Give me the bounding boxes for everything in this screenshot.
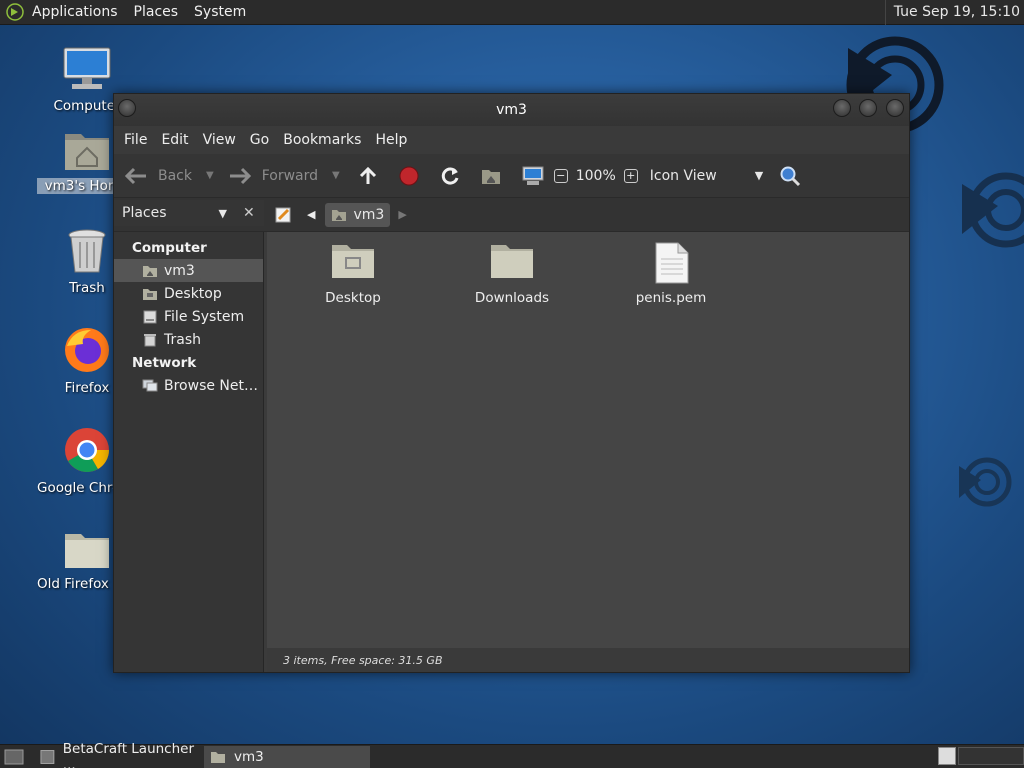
trash-icon — [144, 333, 156, 346]
status-bar: 3 items, Free space: 31.5 GB — [267, 648, 909, 672]
zoom-level[interactable]: 100% — [576, 161, 616, 191]
close-sidebar-icon[interactable]: ✕ — [243, 205, 255, 221]
chrome-icon — [65, 428, 109, 472]
drive-icon — [143, 310, 157, 323]
sidebar-item-trash[interactable]: Trash — [114, 328, 263, 351]
clock[interactable]: Tue Sep 19, 15:10 — [884, 0, 1024, 25]
back-arrow-icon — [124, 167, 146, 184]
close-button[interactable] — [886, 99, 904, 117]
file-item-desktop[interactable]: Desktop — [283, 242, 423, 306]
search-icon[interactable] — [779, 165, 801, 187]
home-folder-icon — [65, 134, 109, 170]
sidebar-header-computer: Computer — [132, 240, 207, 256]
crumb-right-arrow[interactable]: ▶ — [398, 208, 406, 221]
window-titlebar[interactable]: vm3 — [114, 94, 909, 126]
sidebar-item-vm3[interactable]: vm3 — [114, 259, 263, 282]
sidebar-selector[interactable]: Places ▼ ✕ — [114, 200, 264, 226]
up-arrow-icon[interactable] — [358, 166, 378, 186]
chevron-down-icon: ▼ — [754, 169, 764, 182]
computer-icon — [63, 47, 111, 89]
desktop-folder-icon — [332, 245, 374, 278]
menubar: File Edit View Go Bookmarks Help — [114, 126, 909, 154]
sidebar-item-file-system[interactable]: File System — [114, 305, 263, 328]
network-icon — [142, 379, 158, 391]
view-mode-select[interactable]: Icon View ▼ — [650, 161, 763, 191]
places-menu[interactable]: Places — [126, 0, 187, 25]
computer-icon[interactable] — [522, 166, 544, 186]
folder-home-icon — [211, 751, 225, 763]
maximize-button[interactable] — [859, 99, 877, 117]
desktop-folder-icon — [143, 288, 157, 300]
bottom-panel: BetaCraft Launcher ... vm3 — [0, 741, 1024, 768]
crumb-left-arrow[interactable]: ◀ — [307, 208, 315, 221]
reload-icon[interactable] — [440, 166, 460, 186]
menu-edit[interactable]: Edit — [154, 132, 195, 148]
window-title: vm3 — [496, 102, 527, 118]
forward-arrow-icon — [229, 167, 251, 184]
file-view[interactable]: Desktop Downloads penis.pem — [267, 232, 909, 648]
task-betacraft-launcher[interactable]: BetaCraft Launcher ... — [34, 741, 200, 768]
applications-menu[interactable]: Applications — [24, 0, 126, 25]
wallpaper-logo-medium — [962, 172, 1024, 248]
folder-icon — [491, 245, 533, 278]
home-icon[interactable] — [481, 167, 501, 185]
text-file-icon — [655, 242, 689, 284]
edit-location-icon[interactable] — [275, 206, 293, 224]
mate-logo-icon[interactable] — [6, 3, 24, 21]
app-icon — [40, 749, 55, 764]
zoom-out-button[interactable]: − — [553, 168, 568, 183]
sidebar-header-network: Network — [132, 355, 197, 371]
sidebar-item-desktop[interactable]: Desktop — [114, 282, 263, 305]
stop-icon[interactable] — [399, 166, 419, 186]
firefox-icon — [65, 328, 109, 372]
sidebar: Places ▼ ✕ Computer vm3 Desktop File Sys… — [114, 200, 264, 672]
trash-icon — [68, 229, 106, 273]
breadcrumb-vm3[interactable]: vm3 — [325, 202, 391, 227]
show-desktop-icon[interactable] — [4, 748, 24, 766]
sidebar-item-browse-network[interactable]: Browse Net… — [114, 374, 263, 397]
folder-icon — [65, 534, 109, 568]
workspace-switcher[interactable] — [938, 747, 956, 765]
wallpaper-logo-small — [959, 457, 1012, 507]
back-button[interactable]: Back — [124, 161, 192, 191]
back-history-dropdown[interactable]: ▼ — [206, 170, 214, 181]
menu-go[interactable]: Go — [243, 132, 276, 148]
file-item-penis-pem[interactable]: penis.pem — [601, 242, 741, 306]
zoom-in-button[interactable]: + — [623, 168, 638, 183]
task-vm3[interactable]: vm3 — [204, 745, 370, 768]
forward-button[interactable]: Forward — [228, 161, 318, 191]
home-icon — [332, 209, 347, 221]
system-menu[interactable]: System — [186, 0, 254, 25]
file-manager-window: vm3 File Edit View Go Bookmarks Help Bac… — [113, 93, 910, 673]
workspace-switcher-2[interactable] — [958, 747, 1024, 765]
minimize-button[interactable] — [833, 99, 851, 117]
menu-help[interactable]: Help — [368, 132, 414, 148]
menu-bookmarks[interactable]: Bookmarks — [276, 132, 368, 148]
home-icon — [143, 265, 157, 277]
menu-view[interactable]: View — [196, 132, 243, 148]
file-item-downloads[interactable]: Downloads — [442, 242, 582, 306]
top-panel: Applications Places System Tue Sep 19, 1… — [0, 0, 1024, 25]
menu-file[interactable]: File — [117, 132, 154, 148]
forward-history-dropdown[interactable]: ▼ — [332, 170, 340, 181]
chevron-down-icon: ▼ — [218, 206, 227, 220]
toolbar: Back ▼ Forward ▼ − 100% + Icon View ▼ — [114, 154, 909, 198]
